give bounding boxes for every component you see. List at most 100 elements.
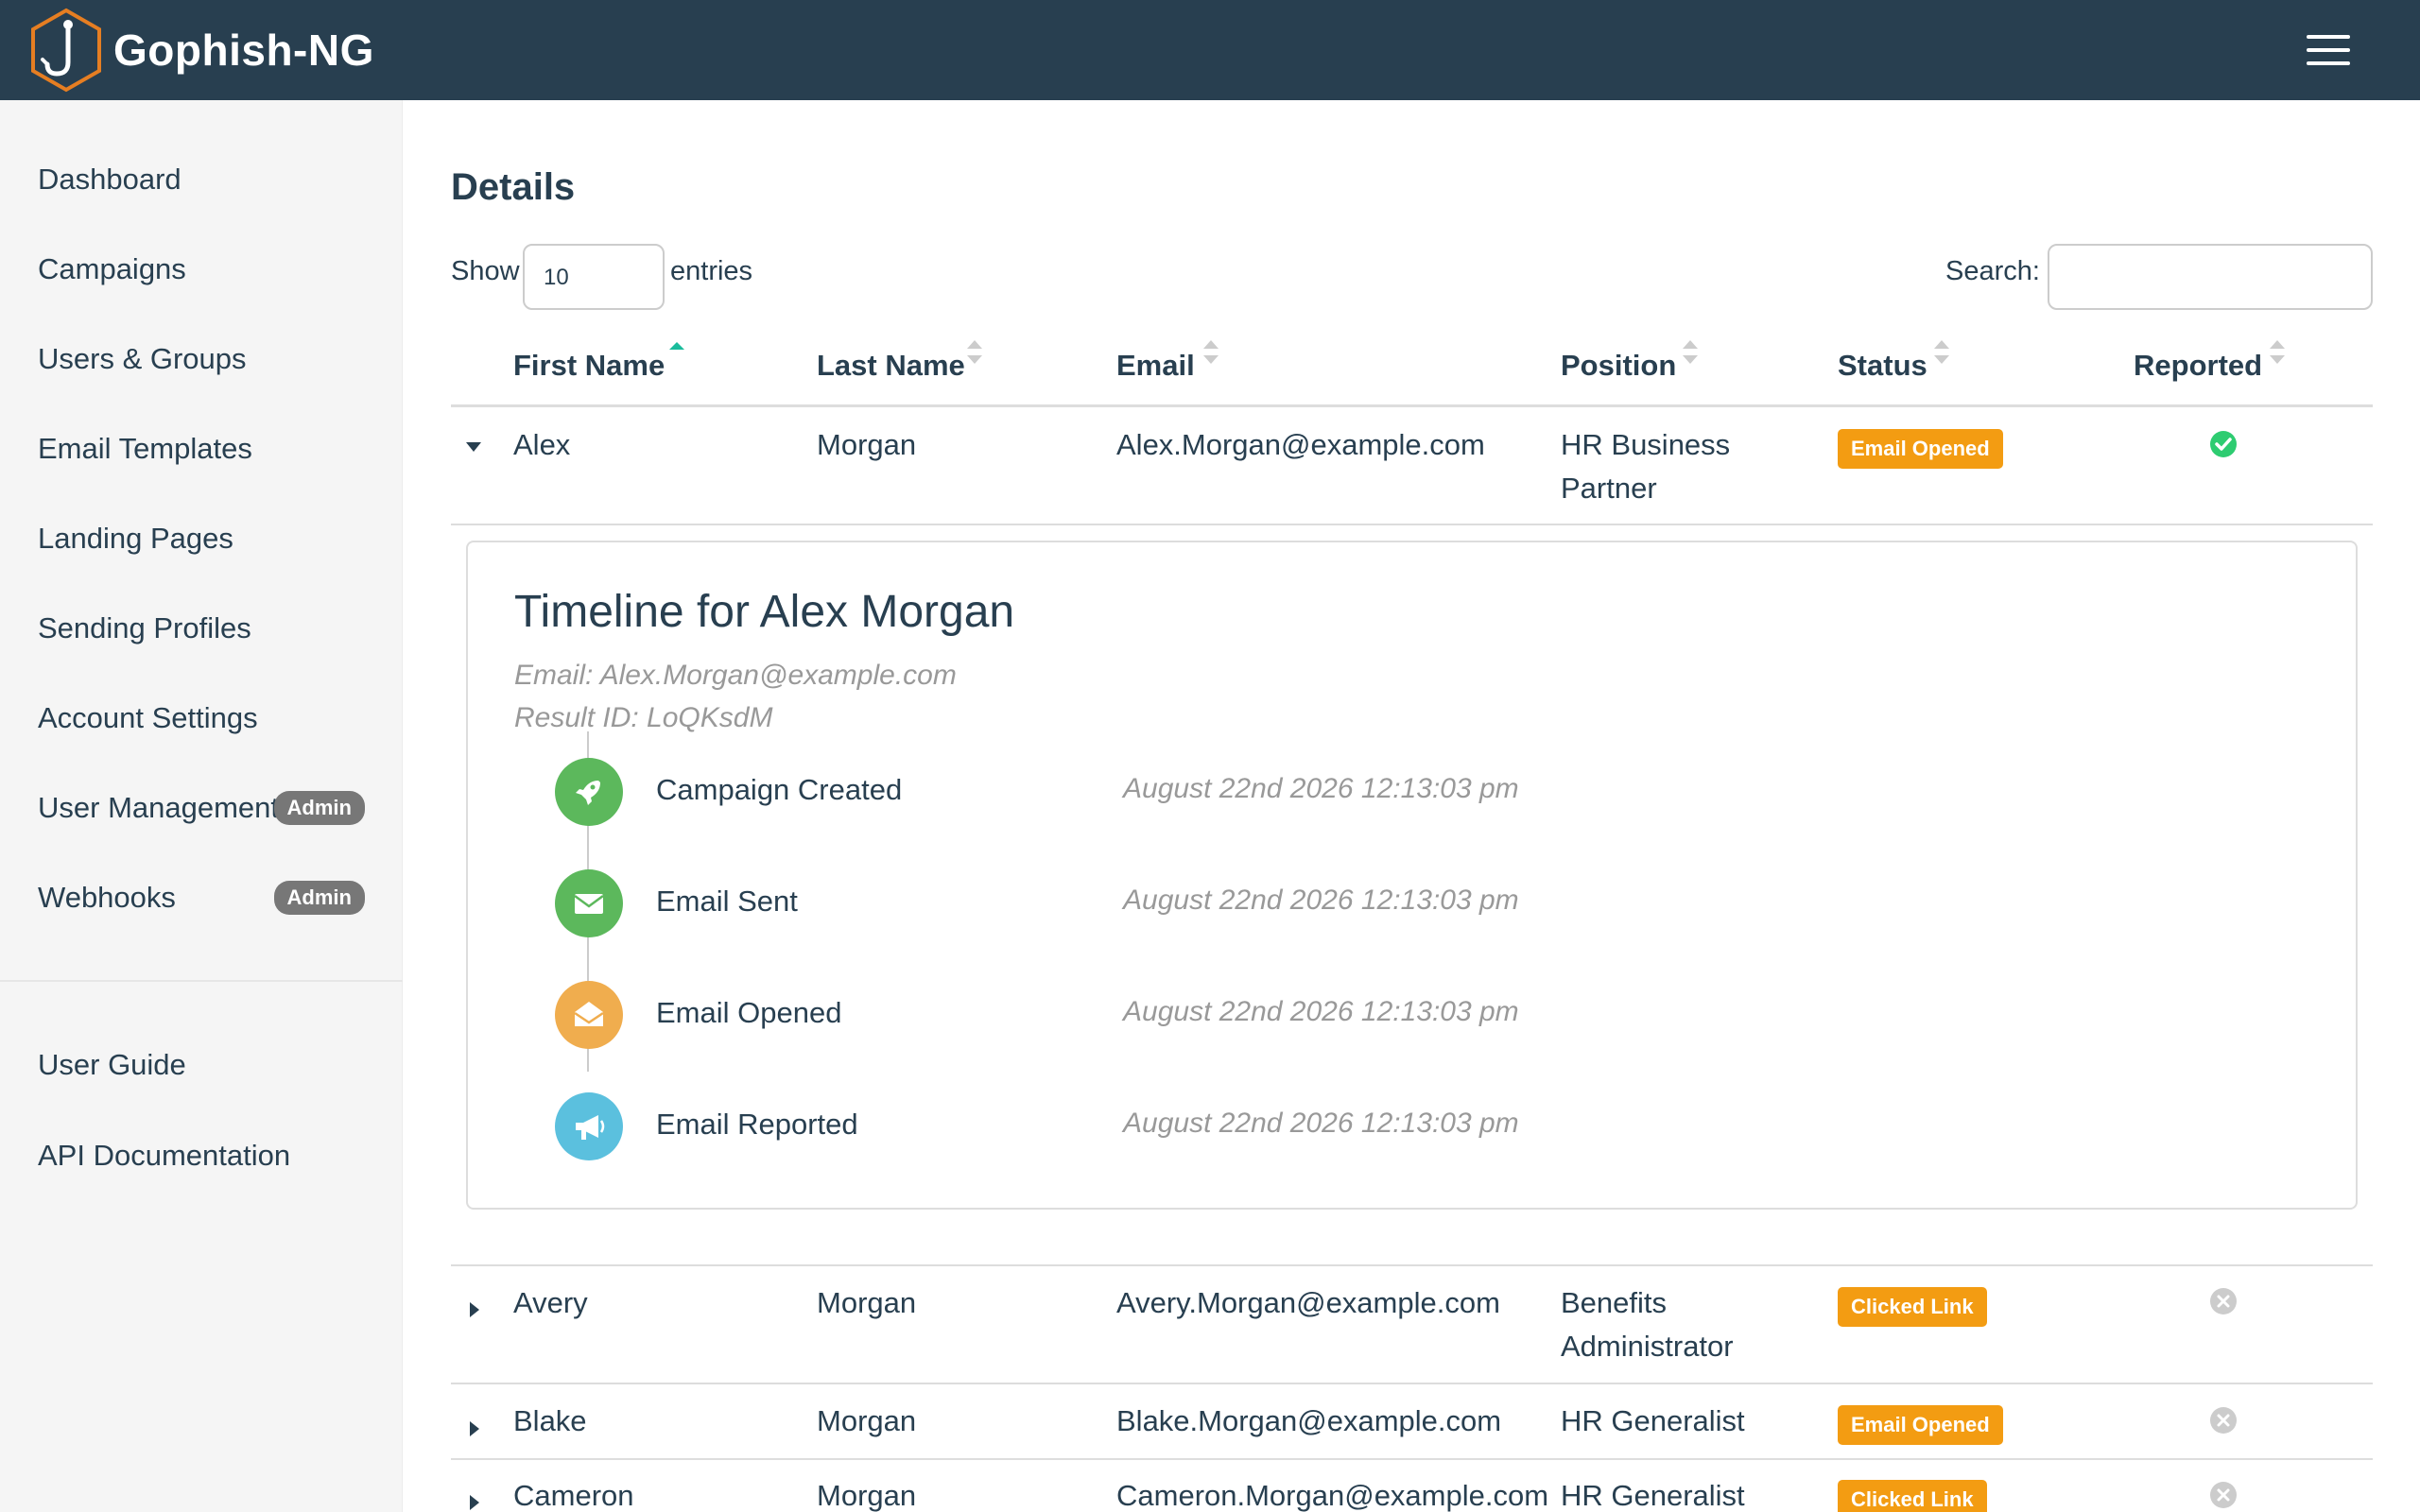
top-navbar: Gophish-NG: [0, 0, 2420, 100]
position-cell-line1: HR Business: [1561, 428, 1731, 461]
position-cell-line1: Benefits: [1561, 1286, 1668, 1319]
bullhorn-icon: [576, 1115, 605, 1140]
timeline-event-date: August 22nd 2026 12:13:03 pm: [1123, 996, 1519, 1027]
sidebar-item-api-documentation[interactable]: API Documentation: [38, 1127, 378, 1184]
page-title: Details: [451, 166, 576, 208]
status-badge: Email Opened: [1838, 429, 2003, 469]
position-cell-line1: HR Generalist: [1561, 1404, 1745, 1437]
timeline-event-marker: [555, 869, 623, 937]
timeline-event-label: Campaign Created: [656, 773, 903, 806]
first-name-cell: Alex: [513, 428, 571, 461]
sidebar-item-label: User Management: [38, 791, 280, 824]
column-header-last-name[interactable]: Last Name: [817, 349, 965, 383]
timeline-result-id: Result ID: LoQKsdM: [514, 702, 773, 733]
column-header-email[interactable]: Email: [1116, 349, 1195, 383]
times-circle-icon: [2210, 1407, 2237, 1434]
row-divider: [451, 524, 2373, 525]
sidebar-item-webhooks[interactable]: Webhooks Admin: [38, 869, 378, 926]
sidebar-item-label: Webhooks: [38, 881, 176, 914]
caret-right-icon[interactable]: [465, 1420, 482, 1437]
admin-badge: Admin: [273, 791, 365, 825]
timeline-event-marker: [555, 758, 623, 826]
caret-down-icon[interactable]: [465, 438, 482, 455]
sort-both-icon: [1203, 340, 1219, 364]
email-cell: Avery.Morgan@example.com: [1116, 1286, 1500, 1319]
timeline-panel: Timeline for Alex Morgan Email: Alex.Mor…: [466, 541, 2358, 1210]
timeline-event-date: August 22nd 2026 12:13:03 pm: [1123, 773, 1519, 804]
sidebar-item-label: Landing Pages: [38, 522, 233, 555]
hook-logo-icon: [31, 8, 101, 93]
first-name-cell: Blake: [513, 1404, 587, 1437]
sidebar-item-account-settings[interactable]: Account Settings: [38, 690, 378, 747]
sort-asc-icon: [669, 342, 684, 350]
sort-both-icon: [1683, 340, 1698, 364]
sidebar-item-user-guide[interactable]: User Guide: [38, 1037, 378, 1093]
entries-label: entries: [670, 256, 753, 286]
last-name-cell: Morgan: [817, 1404, 917, 1437]
sort-both-icon: [967, 340, 982, 364]
timeline-event-marker: [555, 981, 623, 1049]
sidebar-item-label: Dashboard: [38, 163, 182, 196]
sidebar-item-email-templates[interactable]: Email Templates: [38, 421, 378, 477]
sidebar-divider: [0, 980, 403, 982]
entries-length-select[interactable]: 10: [523, 244, 665, 310]
table-header-divider: [451, 404, 2373, 407]
sort-both-icon: [1934, 340, 1949, 364]
column-header-status[interactable]: Status: [1838, 349, 1927, 383]
sidebar-item-landing-pages[interactable]: Landing Pages: [38, 510, 378, 567]
search-input[interactable]: [2048, 244, 2373, 310]
last-name-cell: Morgan: [817, 1286, 917, 1319]
position-cell-line1: HR Generalist: [1561, 1479, 1745, 1512]
rocket-icon: [576, 781, 600, 805]
main-content: Details Show 10 entries Search: First Na…: [403, 100, 2420, 1512]
caret-right-icon[interactable]: [465, 1494, 482, 1511]
brand[interactable]: Gophish-NG: [28, 8, 374, 93]
row-divider: [451, 1458, 2373, 1460]
timeline-title: Timeline for Alex Morgan: [514, 587, 1015, 637]
show-label: Show: [451, 256, 520, 286]
first-name-cell: Cameron: [513, 1479, 634, 1512]
sidebar-item-sending-profiles[interactable]: Sending Profiles: [38, 600, 378, 657]
timeline-event-date: August 22nd 2026 12:13:03 pm: [1123, 1108, 1519, 1139]
caret-right-icon[interactable]: [465, 1301, 482, 1318]
sidebar-item-dashboard[interactable]: Dashboard: [38, 151, 378, 208]
column-header-first-name[interactable]: First Name: [513, 349, 665, 383]
timeline-event-date: August 22nd 2026 12:13:03 pm: [1123, 885, 1519, 916]
sidebar-item-label: API Documentation: [38, 1139, 291, 1172]
row-divider: [451, 1383, 2373, 1384]
sort-both-icon: [2270, 340, 2285, 364]
first-name-cell: Avery: [513, 1286, 588, 1319]
timeline-event-label: Email Reported: [656, 1108, 858, 1141]
last-name-cell: Morgan: [817, 1479, 917, 1512]
position-cell-line2: Partner: [1561, 472, 1657, 505]
sidebar-item-label: Email Templates: [38, 432, 252, 465]
column-header-position[interactable]: Position: [1561, 349, 1676, 383]
hamburger-menu-icon[interactable]: [2307, 35, 2350, 65]
envelope-icon: [574, 894, 604, 914]
sidebar-item-label: Account Settings: [38, 701, 258, 734]
sidebar-item-label: Users & Groups: [38, 342, 247, 375]
status-badge: Clicked Link: [1838, 1287, 1987, 1327]
sidebar-item-user-management[interactable]: User Management Admin: [38, 780, 378, 836]
timeline-event-marker: [555, 1092, 623, 1160]
status-badge: Clicked Link: [1838, 1480, 1987, 1512]
column-header-reported[interactable]: Reported: [2134, 349, 2262, 383]
position-cell-line2: Administrator: [1561, 1330, 1734, 1363]
sidebar-item-campaigns[interactable]: Campaigns: [38, 241, 378, 298]
row-divider: [451, 1264, 2373, 1266]
email-cell: Cameron.Morgan@example.com: [1116, 1479, 1549, 1512]
sidebar-item-label: Sending Profiles: [38, 611, 251, 644]
last-name-cell: Morgan: [817, 428, 917, 461]
times-circle-icon: [2210, 1482, 2237, 1508]
timeline-email: Email: Alex.Morgan@example.com: [514, 660, 957, 691]
sidebar-item-users-groups[interactable]: Users & Groups: [38, 331, 378, 387]
sidebar-item-label: User Guide: [38, 1048, 186, 1081]
search-label: Search:: [1945, 256, 2040, 286]
email-cell: Alex.Morgan@example.com: [1116, 428, 1485, 461]
envelope-open-icon: [574, 1002, 604, 1026]
times-circle-icon: [2210, 1288, 2237, 1314]
email-cell: Blake.Morgan@example.com: [1116, 1404, 1502, 1437]
check-circle-icon: [2210, 431, 2237, 457]
timeline-event-label: Email Opened: [656, 996, 842, 1029]
brand-name: Gophish-NG: [113, 26, 374, 75]
